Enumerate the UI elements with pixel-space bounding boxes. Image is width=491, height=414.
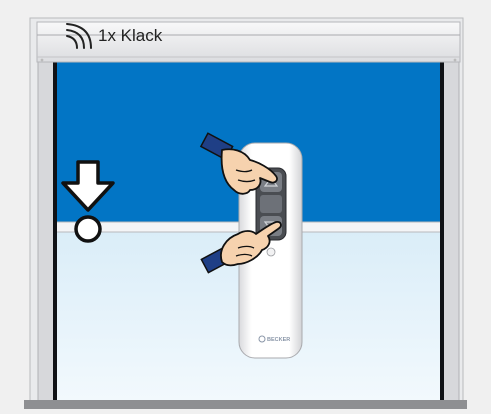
roller-shutter-illustration: BECKER [0, 0, 491, 409]
program-button[interactable] [266, 247, 276, 257]
remote-brand: BECKER [267, 337, 290, 343]
stop-button[interactable] [260, 195, 282, 213]
window-sill [24, 400, 467, 409]
end-position-marker-icon [74, 215, 102, 243]
instruction-label: 1x Klack [98, 26, 163, 45]
